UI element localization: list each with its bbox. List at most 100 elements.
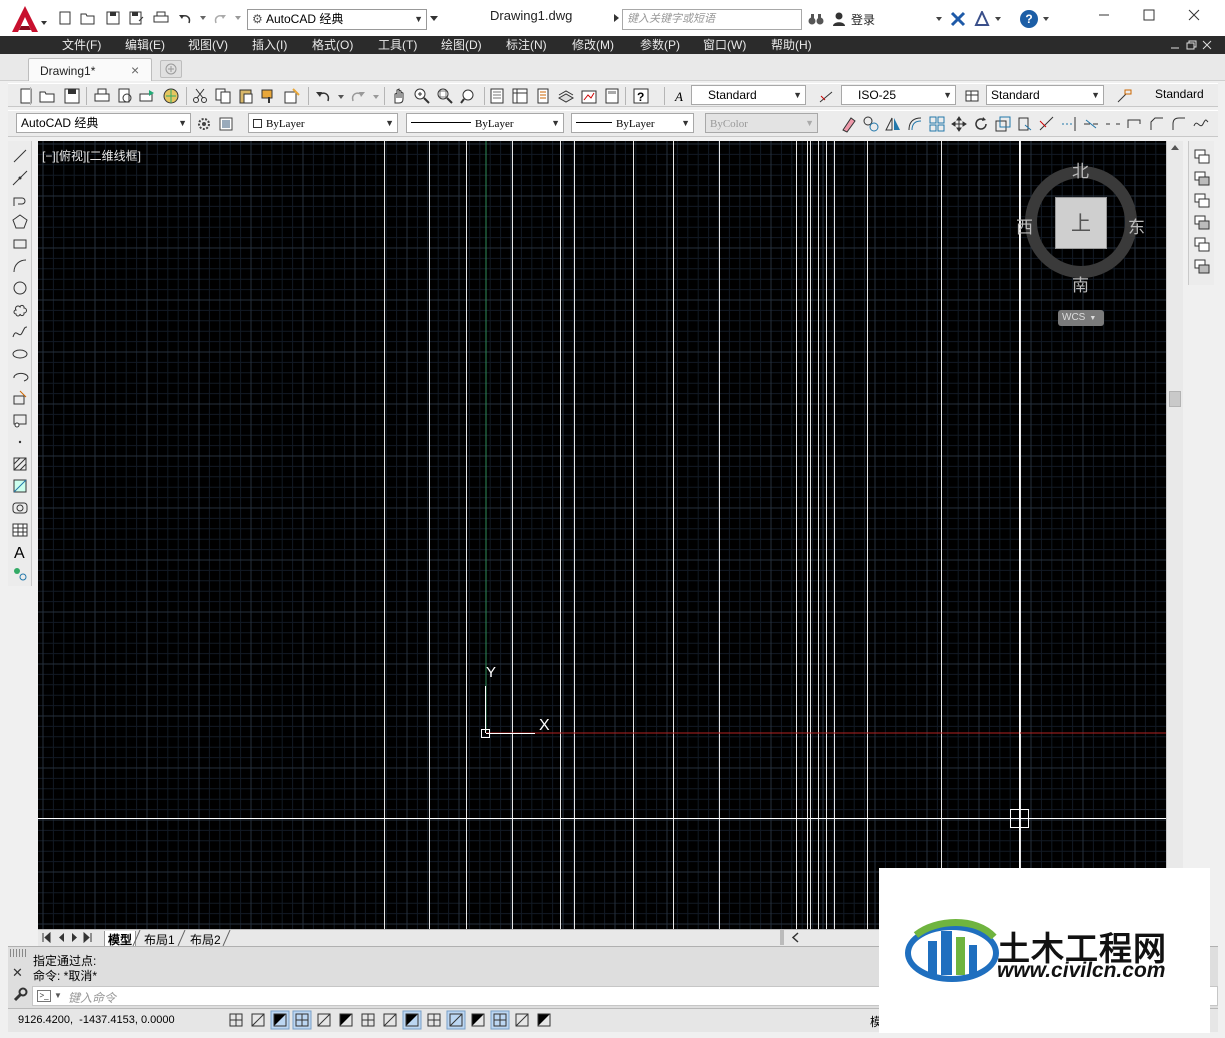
menu-help[interactable]: 帮助(H) [771, 36, 812, 54]
undo-icon[interactable] [314, 87, 332, 105]
text-style-icon[interactable]: A [673, 88, 689, 104]
region-icon[interactable] [11, 499, 29, 517]
text-style-dropdown[interactable]: Standard ▼ [691, 85, 806, 105]
compass-west[interactable]: 西 [1016, 213, 1033, 238]
bring-to-front-icon[interactable] [1193, 148, 1211, 166]
doc-restore-button[interactable] [1184, 38, 1198, 52]
copy-icon[interactable] [214, 87, 232, 105]
qat-customize-icon[interactable] [429, 14, 439, 24]
mleader-style-dropdown[interactable]: Standard [1141, 85, 1218, 105]
command-prompt-icon[interactable]: >_ [37, 990, 51, 1002]
new-tab-button[interactable] [160, 60, 182, 78]
login-dropdown-icon[interactable] [935, 15, 943, 23]
file-tab-drawing1[interactable]: Drawing1* × [28, 58, 152, 81]
osnap-icon[interactable] [337, 1011, 355, 1029]
minimize-button[interactable] [1092, 4, 1116, 26]
ellipse-icon[interactable] [11, 345, 29, 363]
chamfer-icon[interactable] [1148, 115, 1166, 133]
search-input[interactable]: 键入关键字或短语 [622, 9, 802, 30]
compass-south[interactable]: 南 [1072, 271, 1089, 296]
table-style-icon[interactable] [964, 88, 980, 104]
maximize-button[interactable] [1137, 4, 1161, 26]
login-link[interactable]: 登录 [851, 11, 875, 28]
binoculars-icon[interactable] [808, 11, 824, 27]
line-icon[interactable] [11, 147, 29, 165]
user-icon[interactable] [832, 11, 846, 27]
menu-tools[interactable]: 工具(T) [378, 36, 417, 54]
polyline-icon[interactable] [11, 191, 29, 209]
trim-icon[interactable] [1038, 115, 1056, 133]
drawing-area[interactable] [38, 141, 1166, 929]
tool-palettes-icon[interactable] [534, 87, 552, 105]
next-layout-arrow-icon[interactable] [69, 932, 80, 943]
extend-icon[interactable] [1060, 115, 1078, 133]
menu-file[interactable]: 文件(F) [62, 36, 101, 54]
qat-plot-icon[interactable] [153, 11, 169, 25]
prev-layout-arrow-icon[interactable] [56, 932, 67, 943]
doc-minimize-button[interactable] [1168, 38, 1182, 52]
scroll-left-arrow[interactable] [791, 932, 801, 943]
close-button[interactable] [1182, 4, 1206, 26]
menu-view[interactable]: 视图(V) [188, 36, 228, 54]
redo-icon[interactable] [349, 87, 367, 105]
mtext-icon[interactable]: A [11, 543, 29, 562]
viewcube[interactable]: 上 北 南 西 东 WCS ▼ [1016, 161, 1145, 326]
ortho-icon[interactable] [292, 1010, 312, 1030]
qat-open-icon[interactable] [80, 11, 96, 25]
offset-icon[interactable] [906, 115, 924, 133]
polar-icon[interactable] [315, 1011, 333, 1029]
qat-undo-icon[interactable] [177, 11, 193, 25]
viewport-controls-label[interactable]: [−][俯视][二维线框] [42, 147, 141, 164]
send-under-icon[interactable] [1193, 214, 1211, 232]
ellipse-arc-icon[interactable] [11, 367, 29, 385]
dyn-icon[interactable] [425, 1011, 443, 1029]
transparency-icon[interactable] [469, 1011, 487, 1029]
qat-undo-dropdown-icon[interactable] [199, 14, 207, 22]
menu-draw[interactable]: 绘图(D) [441, 36, 482, 54]
rectangle-icon[interactable] [11, 235, 29, 253]
stretch-icon[interactable] [1016, 115, 1034, 133]
hscroll-divider[interactable] [780, 930, 784, 945]
qat-redo-dropdown-icon[interactable] [234, 14, 242, 22]
block-editor-icon[interactable] [283, 87, 301, 105]
mleader-style-icon[interactable] [1116, 88, 1132, 104]
menu-insert[interactable]: 插入(I) [252, 36, 287, 54]
last-layout-arrow-icon[interactable] [82, 932, 93, 943]
compass-east[interactable]: 东 [1128, 213, 1145, 238]
open-icon[interactable] [38, 87, 56, 105]
a360-dropdown-icon[interactable] [994, 15, 1002, 23]
rotate-icon[interactable] [972, 115, 990, 133]
break-at-point-icon[interactable] [1082, 115, 1100, 133]
plot-icon[interactable] [93, 87, 111, 105]
pan-icon[interactable] [390, 87, 408, 105]
wrench-icon[interactable] [12, 987, 28, 1003]
qat-new-icon[interactable] [58, 11, 72, 25]
qat-redo-icon[interactable] [212, 11, 228, 25]
compass-north[interactable]: 北 [1072, 157, 1089, 182]
menu-format[interactable]: 格式(O) [312, 36, 353, 54]
quickcalc-icon[interactable] [603, 87, 621, 105]
zoom-previous-icon[interactable] [459, 87, 477, 105]
markup-icon[interactable] [580, 87, 598, 105]
linetype-dropdown[interactable]: ByLayer ▼ [406, 113, 564, 133]
cut-icon[interactable] [191, 87, 209, 105]
workspace-dropdown[interactable]: ⚙ AutoCAD 经典 ▼ [247, 9, 427, 30]
array-icon[interactable] [928, 115, 946, 133]
publish-icon[interactable] [138, 87, 156, 105]
arc-icon[interactable] [11, 257, 29, 275]
zoom-window-icon[interactable] [436, 87, 454, 105]
move-icon[interactable] [950, 115, 968, 133]
table-style-dropdown[interactable]: Standard ▼ [986, 85, 1104, 105]
help-icon[interactable]: ? [632, 87, 650, 105]
properties-icon[interactable] [488, 87, 506, 105]
zoom-realtime-icon[interactable] [413, 87, 431, 105]
ducs-icon[interactable] [402, 1010, 422, 1030]
blend-icon[interactable] [1192, 115, 1210, 133]
doc-close-button[interactable] [1200, 38, 1214, 52]
menu-parametric[interactable]: 参数(P) [640, 36, 680, 54]
selection-cycling-icon[interactable] [513, 1011, 531, 1029]
menu-modify[interactable]: 修改(M) [572, 36, 614, 54]
model-space-canvas[interactable]: [−][俯视][二维线框] Y X 上 北 南 西 东 WCS ▼ [38, 141, 1166, 929]
layer-properties-icon[interactable] [218, 116, 234, 132]
infer-constraints-icon[interactable] [227, 1011, 245, 1029]
